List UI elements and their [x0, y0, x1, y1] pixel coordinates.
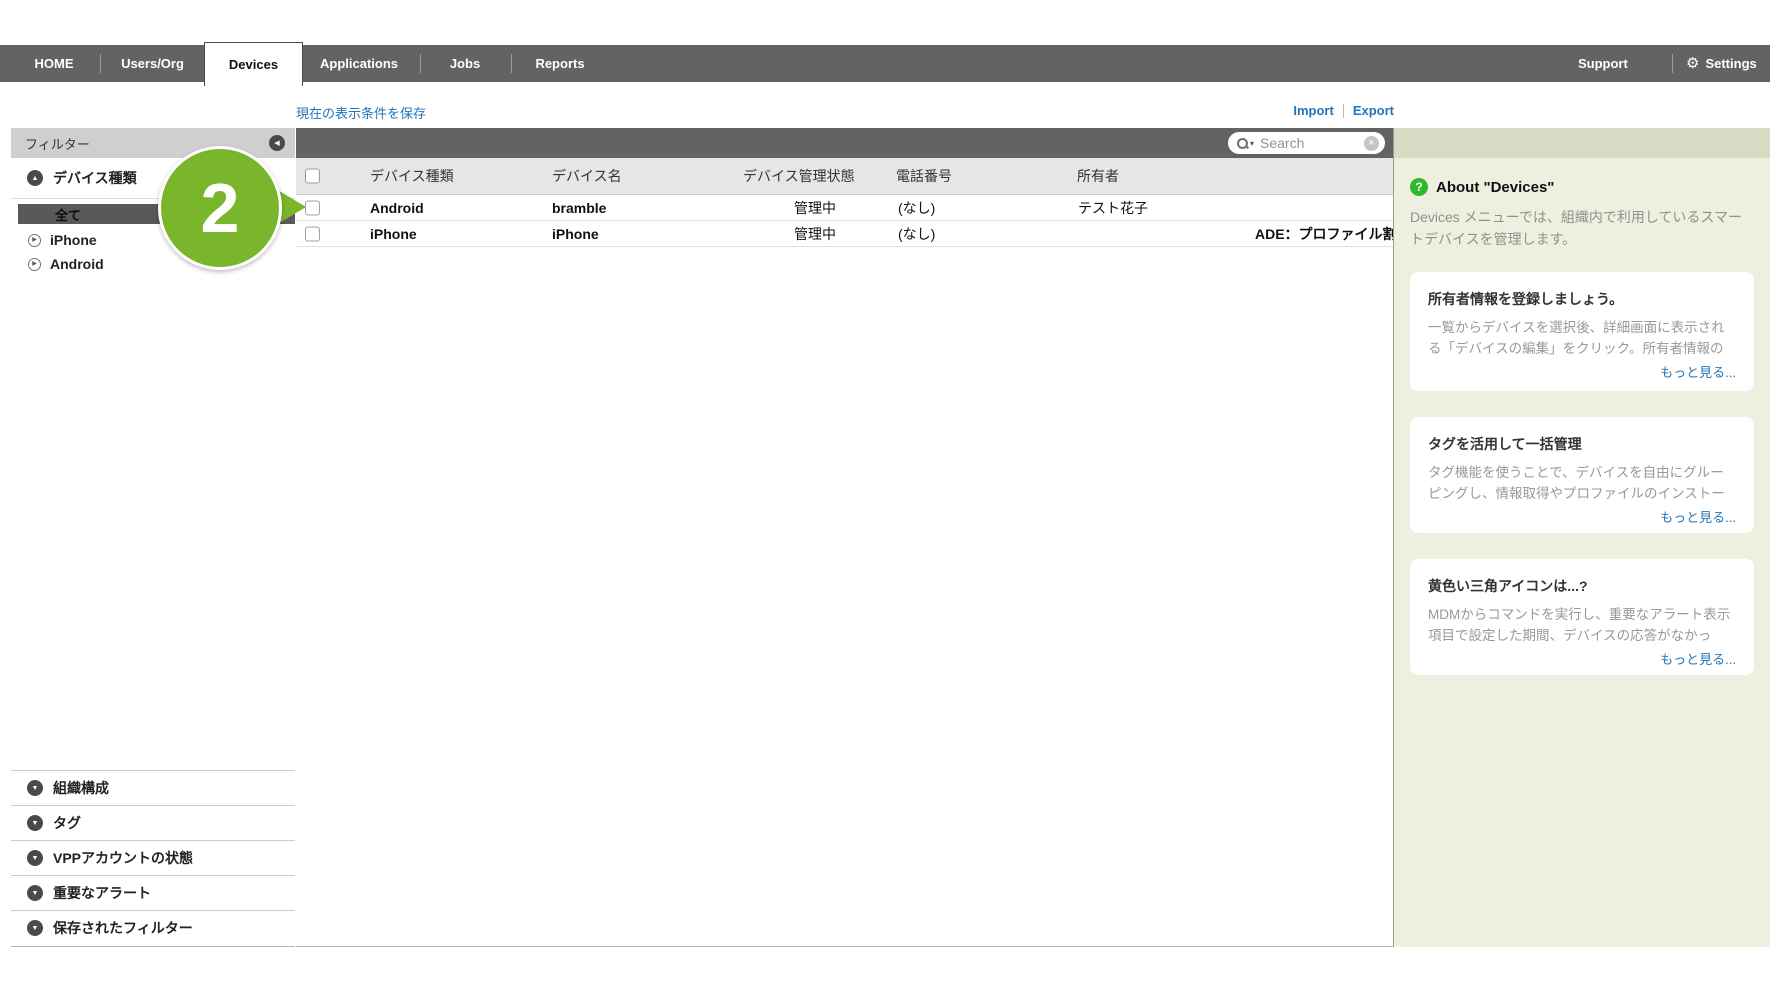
tip-body: MDMからコマンドを実行し、重要なアラート表示項目で設定した期間、デバイスの応答…	[1428, 607, 1731, 643]
nav-divider	[100, 54, 101, 73]
tip-title: 黄色い三角アイコンは...?	[1428, 578, 1588, 594]
tip-title: 所有者情報を登録しましょう。	[1428, 291, 1624, 307]
table-header-row: デバイス種類 デバイス名 デバイス管理状態 電話番号 所有者	[296, 158, 1393, 195]
about-intro: Devices メニューでは、組織内で利用しているスマートデバイスを管理します。	[1410, 209, 1743, 248]
chevron-down-icon: ▼	[27, 885, 43, 901]
nav-divider	[420, 54, 421, 73]
callout-step-badge: 2	[158, 146, 282, 270]
export-link[interactable]: Export	[1353, 103, 1394, 118]
row-checkbox[interactable]	[305, 226, 320, 241]
about-title: About "Devices"	[1436, 178, 1555, 196]
see-more-link[interactable]: もっと見る...	[1660, 510, 1736, 525]
link-separator	[1342, 103, 1344, 118]
table-row[interactable]: Android bramble 管理中 (なし) テスト花子	[296, 195, 1393, 221]
tip-title: タグを活用して一括管理	[1428, 436, 1582, 452]
col-mgmt-status: デバイス管理状態	[743, 168, 855, 184]
section-saved-filters[interactable]: ▼ 保存されたフィルター	[11, 910, 295, 945]
search-input[interactable]	[1256, 135, 1362, 151]
table-row[interactable]: iPhone iPhone 管理中 (なし) ADE：プロファイル割	[296, 221, 1393, 247]
tip-card-owner-info: 所有者情報を登録しましょう。 一覧からデバイスを選択後、詳細画面に表示される「デ…	[1410, 272, 1754, 391]
search-box: ▾ ×	[1228, 132, 1385, 154]
chevron-down-icon: ▼	[27, 850, 43, 866]
import-link[interactable]: Import	[1293, 103, 1333, 118]
settings-button[interactable]: ⚙ Settings	[1686, 45, 1757, 82]
col-device-type: デバイス種類	[370, 168, 454, 184]
question-icon: ?	[1410, 178, 1428, 196]
nav-tab-reports[interactable]: Reports	[516, 45, 604, 82]
nav-tab-users-org[interactable]: Users/Org	[105, 45, 200, 82]
section-tags-label: タグ	[53, 815, 81, 831]
tip-body: タグ機能を使うことで、デバイスを自由にグルーピングし、情報取得やプロファイルのイ…	[1428, 465, 1725, 501]
tip-card-tags: タグを活用して一括管理 タグ機能を使うことで、デバイスを自由にグルーピングし、情…	[1410, 417, 1754, 533]
section-saved-filters-label: 保存されたフィルター	[53, 920, 193, 936]
section-org-structure[interactable]: ▼ 組織構成	[11, 770, 295, 805]
save-current-view-link[interactable]: 現在の表示条件を保存	[296, 103, 426, 122]
nav-tab-applications[interactable]: Applications	[308, 45, 410, 82]
import-export-links: Import Export	[1278, 103, 1394, 118]
tree-arrow-icon: ▶	[28, 233, 41, 247]
cell-phone: (なし)	[898, 199, 936, 216]
cell-mgmt-status: 管理中	[794, 225, 836, 242]
collapse-panel-icon[interactable]: ◀	[269, 135, 285, 151]
col-owner: 所有者	[1077, 168, 1119, 184]
filter-item-all-label: 全て	[55, 207, 82, 223]
nav-tab-jobs[interactable]: Jobs	[425, 45, 505, 82]
section-tags[interactable]: ▼ タグ	[11, 805, 295, 840]
filter-item-android-label: Android	[50, 256, 104, 272]
clear-search-icon[interactable]: ×	[1364, 135, 1379, 151]
chevron-down-icon: ▼	[27, 780, 43, 796]
nav-tab-home[interactable]: HOME	[18, 45, 90, 82]
see-more-link[interactable]: もっと見る...	[1660, 365, 1736, 380]
cell-device-name: iPhone	[552, 225, 599, 242]
filter-header: フィルター ◀	[11, 128, 295, 158]
cell-mgmt-status: 管理中	[794, 199, 836, 216]
section-device-type-label: デバイス種類	[53, 170, 137, 186]
about-header: ? About "Devices"	[1410, 178, 1554, 196]
table-toolbar: ▾ ×	[296, 128, 1393, 158]
search-scope-caret-icon[interactable]: ▾	[1250, 139, 1254, 148]
see-more-link[interactable]: もっと見る...	[1660, 652, 1736, 667]
cell-device-type: iPhone	[370, 225, 417, 242]
select-all-checkbox[interactable]	[305, 168, 320, 184]
filter-title: フィルター	[25, 136, 90, 152]
col-phone-number: 電話番号	[896, 168, 952, 184]
cell-phone: (なし)	[898, 225, 936, 242]
support-label: Support	[1578, 56, 1628, 71]
chevron-down-icon: ▼	[27, 815, 43, 831]
device-table: ▾ × デバイス種類 デバイス名 デバイス管理状態 電話番号 所有者 Andro…	[296, 128, 1394, 947]
filter-item-iphone-label: iPhone	[50, 232, 97, 248]
gear-icon: ⚙	[1686, 55, 1700, 72]
tip-card-yellow-triangle: 黄色い三角アイコンは...? MDMからコマンドを実行し、重要なアラート表示項目…	[1410, 559, 1754, 675]
cell-device-name: bramble	[552, 199, 607, 216]
tree-arrow-icon: ▶	[28, 257, 41, 271]
tip-body: 一覧からデバイスを選択後、詳細画面に表示される「デバイスの編集」をクリック。所有…	[1428, 320, 1725, 356]
chevron-down-icon: ▼	[27, 920, 43, 936]
page: HOME Users/Org Devices Applications Jobs…	[0, 0, 1778, 1000]
section-important-alerts-label: 重要なアラート	[53, 885, 151, 901]
nav-tab-devices[interactable]: Devices	[204, 42, 303, 86]
cell-ade-status: ADE：プロファイル割	[1255, 225, 1393, 242]
col-device-name: デバイス名	[552, 168, 622, 184]
cell-device-type: Android	[370, 199, 424, 216]
top-navbar: HOME Users/Org Devices Applications Jobs…	[0, 42, 1770, 86]
section-org-structure-label: 組織構成	[53, 780, 109, 796]
nav-divider	[511, 54, 512, 73]
search-icon[interactable]	[1237, 137, 1248, 149]
cell-owner: テスト花子	[1078, 199, 1148, 216]
chevron-up-icon: ▲	[27, 170, 43, 186]
callout-step-number: 2	[200, 169, 240, 247]
section-vpp-account-label: VPPアカウントの状態	[53, 850, 194, 866]
section-vpp-account[interactable]: ▼ VPPアカウントの状態	[11, 840, 295, 875]
help-panel: ? About "Devices" Devices メニューでは、組織内で利用し…	[1394, 128, 1770, 947]
settings-label: Settings	[1705, 56, 1757, 71]
row-checkbox[interactable]	[305, 200, 320, 215]
section-important-alerts[interactable]: ▼ 重要なアラート	[11, 875, 295, 910]
support-link[interactable]: Support	[1578, 45, 1628, 82]
nav-divider	[1672, 54, 1673, 73]
help-panel-top-strip	[1394, 128, 1770, 158]
